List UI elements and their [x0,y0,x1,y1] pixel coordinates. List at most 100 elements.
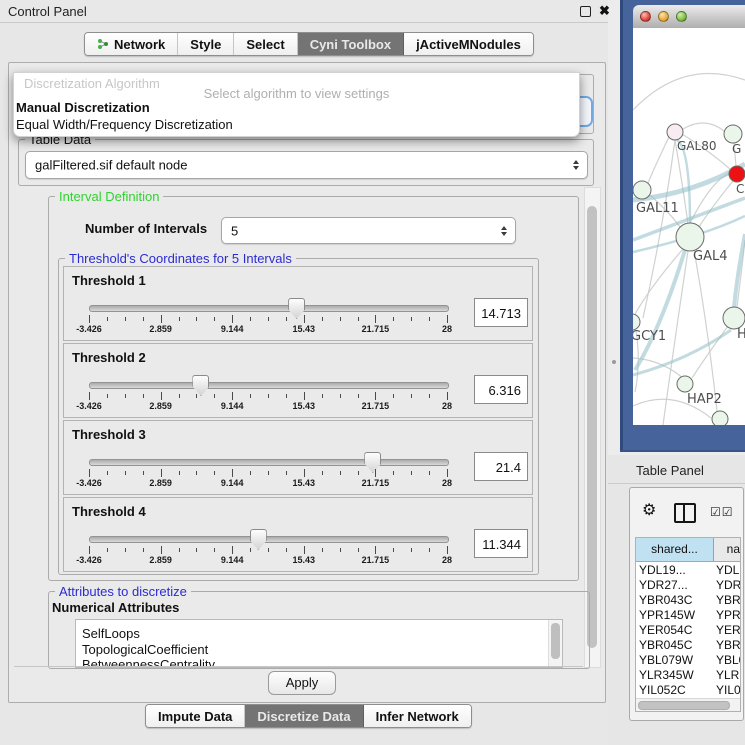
table-row[interactable]: YLR345WYLR3 [636,668,740,683]
threshold-4-slider-track[interactable] [89,536,449,543]
tab-cyni-toolbox[interactable]: Cyni Toolbox [298,33,404,55]
float-window-icon[interactable] [580,6,591,17]
gear-icon[interactable]: ⚙ [642,500,656,520]
tick-label: 9.144 [221,555,244,565]
tick-mark [179,471,180,475]
network-node[interactable] [677,376,693,392]
tab-style[interactable]: Style [178,33,234,55]
tab-discretize-data[interactable]: Discretize Data [245,705,363,727]
tick-mark [447,469,448,477]
number-of-intervals-combobox[interactable]: 5 [221,217,516,244]
threshold-2-slider-thumb[interactable] [192,375,209,396]
table-panel-title: Table Panel [636,463,704,478]
network-node[interactable] [724,125,742,143]
network-node[interactable] [676,223,704,251]
network-edge[interactable] [635,250,685,370]
tick-mark [107,317,108,321]
network-edge[interactable] [692,326,728,378]
tab-infer-network[interactable]: Infer Network [364,705,471,727]
numerical-attributes-list[interactable]: SelfLoopsTopologicalCoefficientBetweenne… [75,619,563,668]
tab-impute-data-label: Impute Data [158,709,232,724]
tick-mark [107,471,108,475]
threshold-1-slider-thumb[interactable] [288,298,305,319]
threshold-3-slider-thumb[interactable] [364,452,381,473]
network-node[interactable] [729,166,745,182]
network-view-canvas[interactable]: GAL80GCGAL11GAL4GCY1HHAP2 [633,28,745,425]
tick-label: 9.144 [221,401,244,411]
tick-mark [375,392,376,400]
network-edge[interactable] [633,73,745,110]
column-selector-icon[interactable] [674,503,696,523]
select-checkboxes-icon[interactable]: ☑☑ [710,505,734,519]
algorithm-option-equal-width[interactable]: Equal Width/Frequency Discretization [16,117,233,132]
attribute-list-item[interactable]: SelfLoops [76,620,562,642]
table-panel: Table Panel ⚙ ☑☑ shared... na YDL19...YD… [608,455,745,745]
tick-label: -3.426 [76,478,102,488]
network-node[interactable] [633,181,651,199]
tick-mark [268,548,269,552]
table-horizontal-scrollbar-thumb[interactable] [638,701,730,710]
threshold-2-box: Threshold 2 -3.4262.8599.14415.4321.7152… [63,343,533,418]
table-row[interactable]: YER054CYER0 [636,623,740,638]
network-edge[interactable] [648,137,669,183]
network-node[interactable] [712,411,728,425]
threshold-1-value-field[interactable]: 14.713 [474,298,528,327]
apply-button[interactable]: Apply [268,671,336,695]
network-node[interactable] [667,124,683,140]
table-row[interactable]: YBR045CYBR0 [636,638,740,653]
table-row[interactable]: YDL19...YDL1 [636,563,740,578]
table-row[interactable]: YIL052CYIL0 [636,683,740,698]
network-edge[interactable] [694,250,717,411]
network-node[interactable] [633,314,640,330]
settings-scrollbar-thumb[interactable] [587,206,597,648]
network-node-label: GAL4 [693,249,727,264]
network-window-titlebar[interactable] [633,5,745,29]
minimize-traffic-light[interactable] [658,11,669,22]
network-edge[interactable] [683,123,724,131]
tab-network[interactable]: Network [85,33,178,55]
tick-label: 9.144 [221,478,244,488]
network-node-label: GAL11 [636,201,679,216]
table-header-row: shared... na [636,538,740,562]
network-node[interactable] [723,307,745,329]
threshold-4-value-field[interactable]: 11.344 [474,529,528,558]
cell-name: YBL0 [716,653,740,668]
column-header-shared-name[interactable]: shared... [636,538,714,561]
table-data-combobox[interactable]: galFiltered.sif default node [25,151,588,179]
network-edge[interactable] [734,234,745,308]
threshold-2-value-field[interactable]: 6.316 [474,375,528,404]
threshold-1-label: Threshold 1 [72,273,146,288]
zoom-traffic-light[interactable] [676,11,687,22]
tick-label: 28 [442,478,452,488]
threshold-3-value-field[interactable]: 21.4 [474,452,528,481]
table-row[interactable]: YDR27...YDR2 [636,578,740,593]
network-node-label: G [732,142,741,156]
column-header-name[interactable]: na [714,538,740,561]
close-traffic-light[interactable] [640,11,651,22]
algorithm-option-manual[interactable]: Manual Discretization [16,100,150,115]
tab-jactivemnodules[interactable]: jActiveMNodules [404,33,533,55]
tick-mark [143,317,144,321]
split-pane-divider-handle[interactable] [612,360,616,364]
attributes-list-scrollbar-thumb[interactable] [551,623,560,659]
table-horizontal-scrollbar[interactable] [636,698,740,711]
threshold-4-slider-thumb[interactable] [250,529,267,550]
number-of-intervals-label: Number of Intervals [85,221,207,236]
node-table-panel: ⚙ ☑☑ shared... na YDL19...YDL1YDR27...YD… [629,487,744,721]
threshold-2-slider-track[interactable] [89,382,449,389]
cell-shared-name: YLR345W [639,668,711,683]
tab-select[interactable]: Select [234,33,297,55]
tick-mark [161,315,162,323]
tab-impute-data[interactable]: Impute Data [146,705,245,727]
table-row[interactable]: YBL079W YBL0 [636,653,740,668]
attributes-list-scrollbar[interactable] [548,620,562,667]
threshold-3-slider-track[interactable] [89,459,449,466]
cell-shared-name: YBL079W [639,653,711,668]
close-icon[interactable]: ✖ [599,3,610,19]
table-row[interactable]: YBR043CYBR0 [636,593,740,608]
network-icon [97,38,109,50]
table-row[interactable]: YPR145WYPR1 [636,608,740,623]
threshold-1-slider-track[interactable] [89,305,449,312]
attribute-list-item[interactable]: TopologicalCoefficient [76,642,562,658]
control-panel: Control Panel ✖ Network Style Select [0,0,608,745]
